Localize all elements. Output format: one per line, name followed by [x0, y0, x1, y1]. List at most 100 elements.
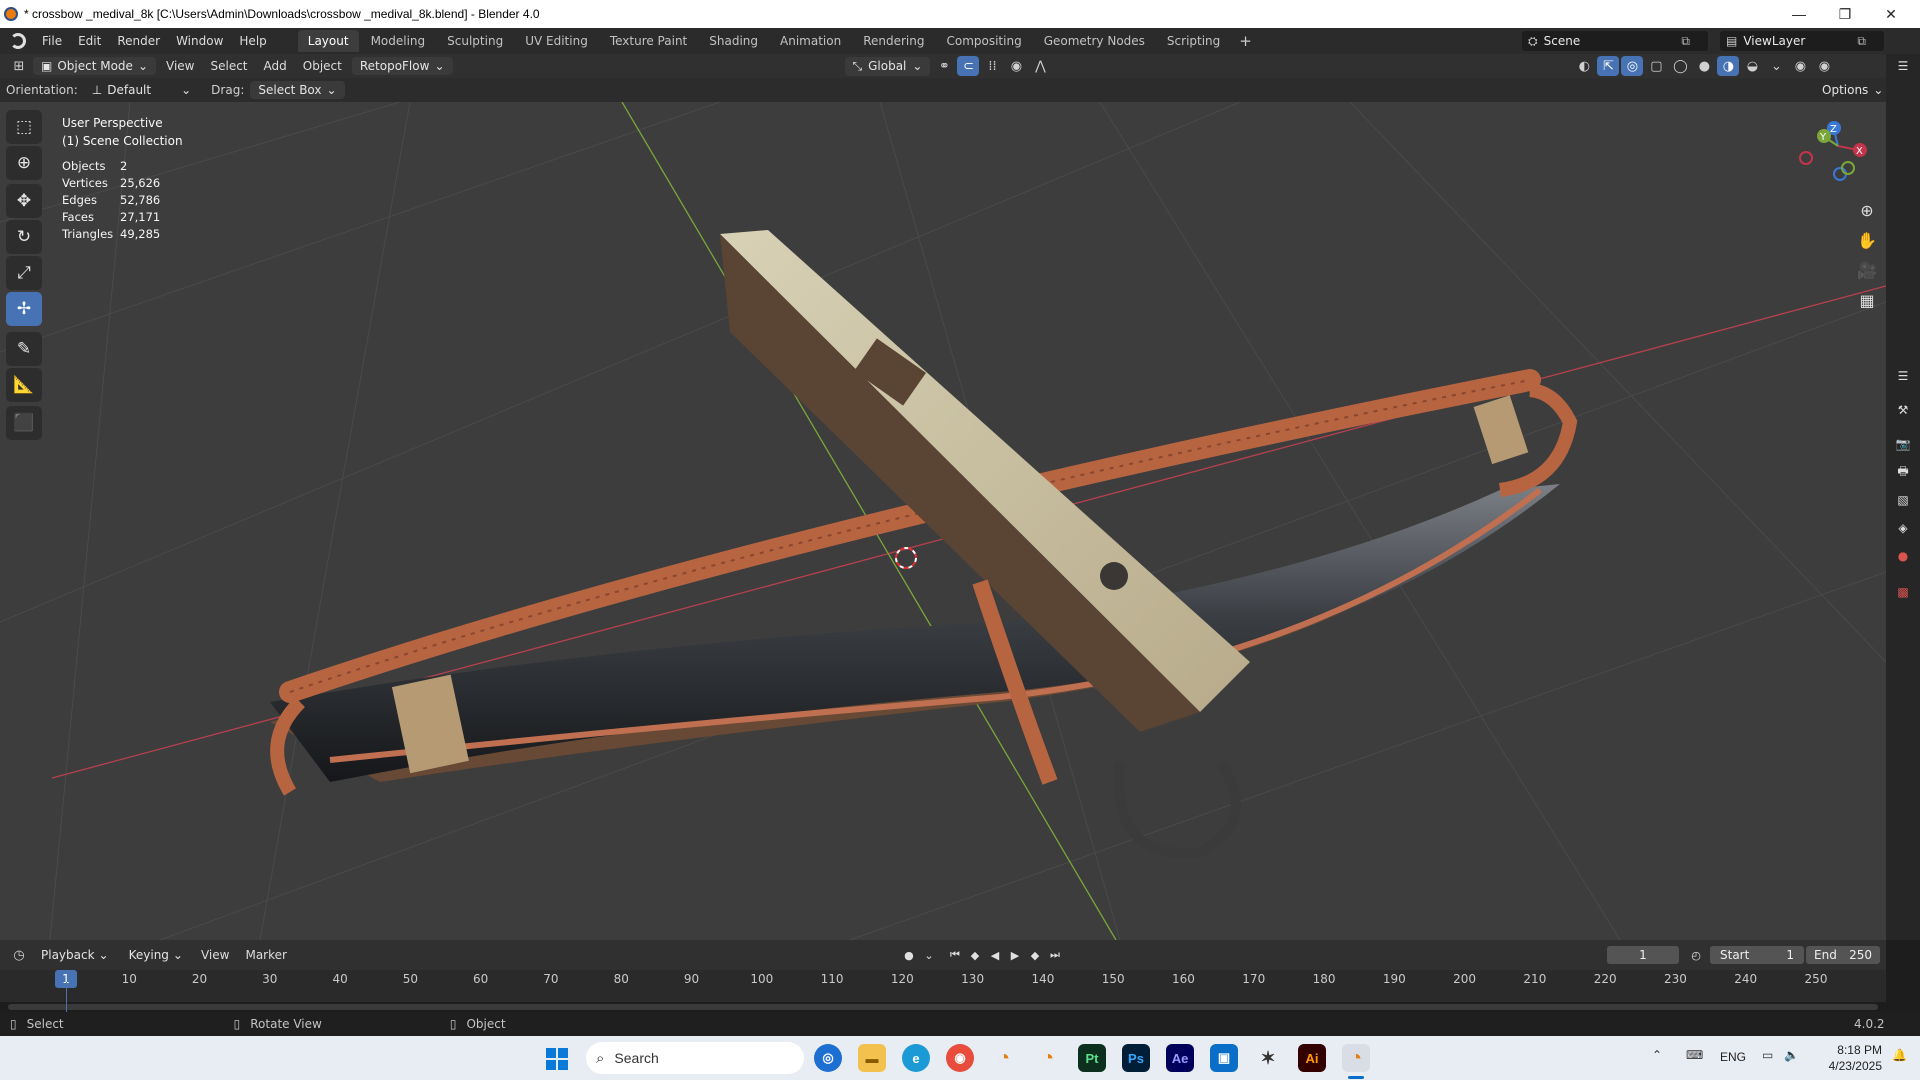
- menu-help[interactable]: Help: [231, 34, 274, 48]
- ortho-grid-icon[interactable]: ▦: [1853, 286, 1881, 314]
- scale-tool-icon[interactable]: ⤢: [6, 256, 42, 290]
- pan-hand-icon[interactable]: ✋: [1853, 226, 1881, 254]
- outliner-toggle-icon[interactable]: ☰: [1893, 56, 1913, 76]
- tab-scripting[interactable]: Scripting: [1157, 30, 1230, 52]
- windows-start-icon[interactable]: [546, 1048, 568, 1070]
- keyboard-icon[interactable]: ⌨: [1686, 1048, 1703, 1062]
- timeline-view-menu[interactable]: View: [193, 948, 237, 962]
- illustrator-icon[interactable]: Ai: [1298, 1044, 1326, 1072]
- xray-icon[interactable]: ▢: [1645, 56, 1667, 76]
- keying-menu[interactable]: Keying ⌄: [120, 946, 191, 964]
- keyframe-options-icon[interactable]: ⌄: [919, 945, 939, 965]
- timeline-ruler[interactable]: 1 10 20 30 40 50 60 70 80 90 100 110 120 130 140 150 160…: [0, 970, 1886, 1010]
- edge-browser-icon[interactable]: e: [902, 1044, 930, 1072]
- output-properties-icon[interactable]: 🖶: [1893, 462, 1913, 482]
- file-explorer-icon[interactable]: ▬: [858, 1044, 886, 1072]
- editor-type-icon[interactable]: ⊞: [8, 56, 30, 76]
- language-indicator[interactable]: ENG: [1720, 1050, 1746, 1064]
- chevron-up-icon[interactable]: ⌃: [1652, 1048, 1662, 1062]
- select-menu[interactable]: Select: [202, 59, 255, 73]
- clock-icon[interactable]: ◴: [1686, 945, 1706, 965]
- record-icon[interactable]: ●: [899, 945, 919, 965]
- world-properties-icon[interactable]: ●: [1893, 546, 1913, 566]
- play-reverse-icon[interactable]: ◀: [985, 945, 1005, 965]
- gizmo-toggle-icon[interactable]: ⇱: [1597, 56, 1620, 76]
- start-frame-field[interactable]: Start 1: [1710, 946, 1804, 964]
- select-box-tool-icon[interactable]: ⬚: [6, 110, 42, 144]
- shading-solid-icon[interactable]: ●: [1693, 56, 1715, 76]
- menu-render[interactable]: Render: [109, 34, 168, 48]
- overlay-toggle-icon[interactable]: ◎: [1621, 56, 1644, 76]
- object-menu[interactable]: Object: [295, 59, 350, 73]
- pivot-point-icon[interactable]: ⚭: [933, 56, 955, 76]
- play-icon[interactable]: ▶: [1005, 945, 1025, 965]
- shading-wireframe-icon[interactable]: ◯: [1669, 56, 1691, 76]
- proportional-edit-icon[interactable]: ◉: [1005, 56, 1027, 76]
- marker-menu[interactable]: Marker: [237, 948, 294, 962]
- add-workspace-button[interactable]: +: [1231, 32, 1260, 50]
- substance-painter-icon[interactable]: Pt: [1078, 1044, 1106, 1072]
- snap-target-icon[interactable]: ⁞⁞: [981, 56, 1003, 76]
- prev-keyframe-icon[interactable]: ◆: [965, 945, 985, 965]
- navigation-gizmo[interactable]: Z Y X: [1798, 118, 1878, 188]
- retopoflow-menu[interactable]: RetopoFlow ⌄: [351, 57, 453, 75]
- zoom-icon[interactable]: ⊕: [1853, 196, 1881, 224]
- tool-properties-icon[interactable]: ⚒: [1893, 400, 1913, 420]
- tab-sculpting[interactable]: Sculpting: [437, 30, 513, 52]
- taskbar-search-box[interactable]: ⌕ Search: [586, 1042, 804, 1074]
- view-layer-selector[interactable]: ▤ ViewLayer ⧉: [1720, 31, 1884, 51]
- end-frame-field[interactable]: End 250: [1806, 946, 1880, 964]
- transform-tool-icon[interactable]: ✢: [6, 292, 42, 326]
- camera-view-icon[interactable]: 🎥: [1853, 256, 1881, 284]
- taskbar-clock[interactable]: 8:18 PM 4/23/2025: [1812, 1042, 1882, 1074]
- selectability-icon[interactable]: ◉: [1813, 56, 1835, 76]
- notification-icon[interactable]: 🔔: [1892, 1048, 1907, 1062]
- current-frame-field[interactable]: 1: [1607, 946, 1679, 964]
- neg-y-axis-handle[interactable]: [1841, 161, 1855, 175]
- zbrush-app-icon[interactable]: ✶: [1254, 1044, 1282, 1072]
- mode-dropdown[interactable]: ▣ Object Mode ⌄: [33, 57, 156, 75]
- blender-app-icon[interactable]: ◔: [1034, 1044, 1062, 1072]
- blender-menu-icon[interactable]: [10, 33, 26, 49]
- render-properties-icon[interactable]: 📷: [1893, 434, 1913, 454]
- rotate-tool-icon[interactable]: ↻: [6, 220, 42, 254]
- next-keyframe-icon[interactable]: ◆: [1025, 945, 1045, 965]
- 3d-viewport[interactable]: ⬚ ⊕ ✥ ↻ ⤢ ✢ ✎ 📐 ⬛ User Perspective (1) S…: [0, 102, 1886, 940]
- new-view-layer-icon[interactable]: ⧉: [1857, 34, 1866, 49]
- visibility-filter-icon[interactable]: ◉: [1789, 56, 1811, 76]
- tab-modeling[interactable]: Modeling: [361, 30, 436, 52]
- jump-end-icon[interactable]: ⏭: [1045, 945, 1065, 965]
- tab-texture-paint[interactable]: Texture Paint: [600, 30, 697, 52]
- tab-uv-editing[interactable]: UV Editing: [515, 30, 598, 52]
- maximize-button[interactable]: ❐: [1822, 0, 1868, 28]
- new-scene-icon[interactable]: ⧉: [1681, 34, 1690, 49]
- orientation-dropdown[interactable]: ⊥ Default ⌄: [83, 81, 200, 99]
- options-dropdown[interactable]: Options ⌄: [1814, 81, 1892, 99]
- store-app-icon[interactable]: ▣: [1210, 1044, 1238, 1072]
- close-button[interactable]: ✕: [1868, 0, 1914, 28]
- timeline-scrollbar[interactable]: [8, 1004, 1878, 1010]
- cursor-tool-icon[interactable]: ⊕: [6, 146, 42, 180]
- neg-z-axis-handle[interactable]: [1833, 167, 1847, 181]
- move-tool-icon[interactable]: ✥: [6, 184, 42, 218]
- tab-shading[interactable]: Shading: [699, 30, 768, 52]
- properties-toggle-icon[interactable]: ☰: [1893, 366, 1913, 386]
- photoshop-icon[interactable]: Ps: [1122, 1044, 1150, 1072]
- falloff-icon[interactable]: ⋀: [1029, 56, 1051, 76]
- neg-x-axis-handle[interactable]: [1799, 151, 1813, 165]
- tab-animation[interactable]: Animation: [770, 30, 851, 52]
- menu-window[interactable]: Window: [168, 34, 231, 48]
- menu-file[interactable]: File: [34, 34, 70, 48]
- add-cube-tool-icon[interactable]: ⬛: [6, 406, 42, 440]
- tab-geometry-nodes[interactable]: Geometry Nodes: [1034, 30, 1155, 52]
- view-layer-properties-icon[interactable]: ▧: [1893, 490, 1913, 510]
- timeline-editor-icon[interactable]: ◷: [8, 945, 30, 965]
- chat-app-icon[interactable]: ◎: [814, 1044, 842, 1072]
- playback-menu[interactable]: Playback ⌄: [33, 946, 117, 964]
- shading-material-icon[interactable]: ◑: [1717, 56, 1740, 76]
- view-menu[interactable]: View: [158, 59, 202, 73]
- visibility-icon[interactable]: ◐: [1573, 56, 1595, 76]
- annotate-tool-icon[interactable]: ✎: [6, 332, 42, 366]
- minimize-button[interactable]: —: [1776, 0, 1822, 28]
- jump-start-icon[interactable]: ⏮: [945, 945, 965, 965]
